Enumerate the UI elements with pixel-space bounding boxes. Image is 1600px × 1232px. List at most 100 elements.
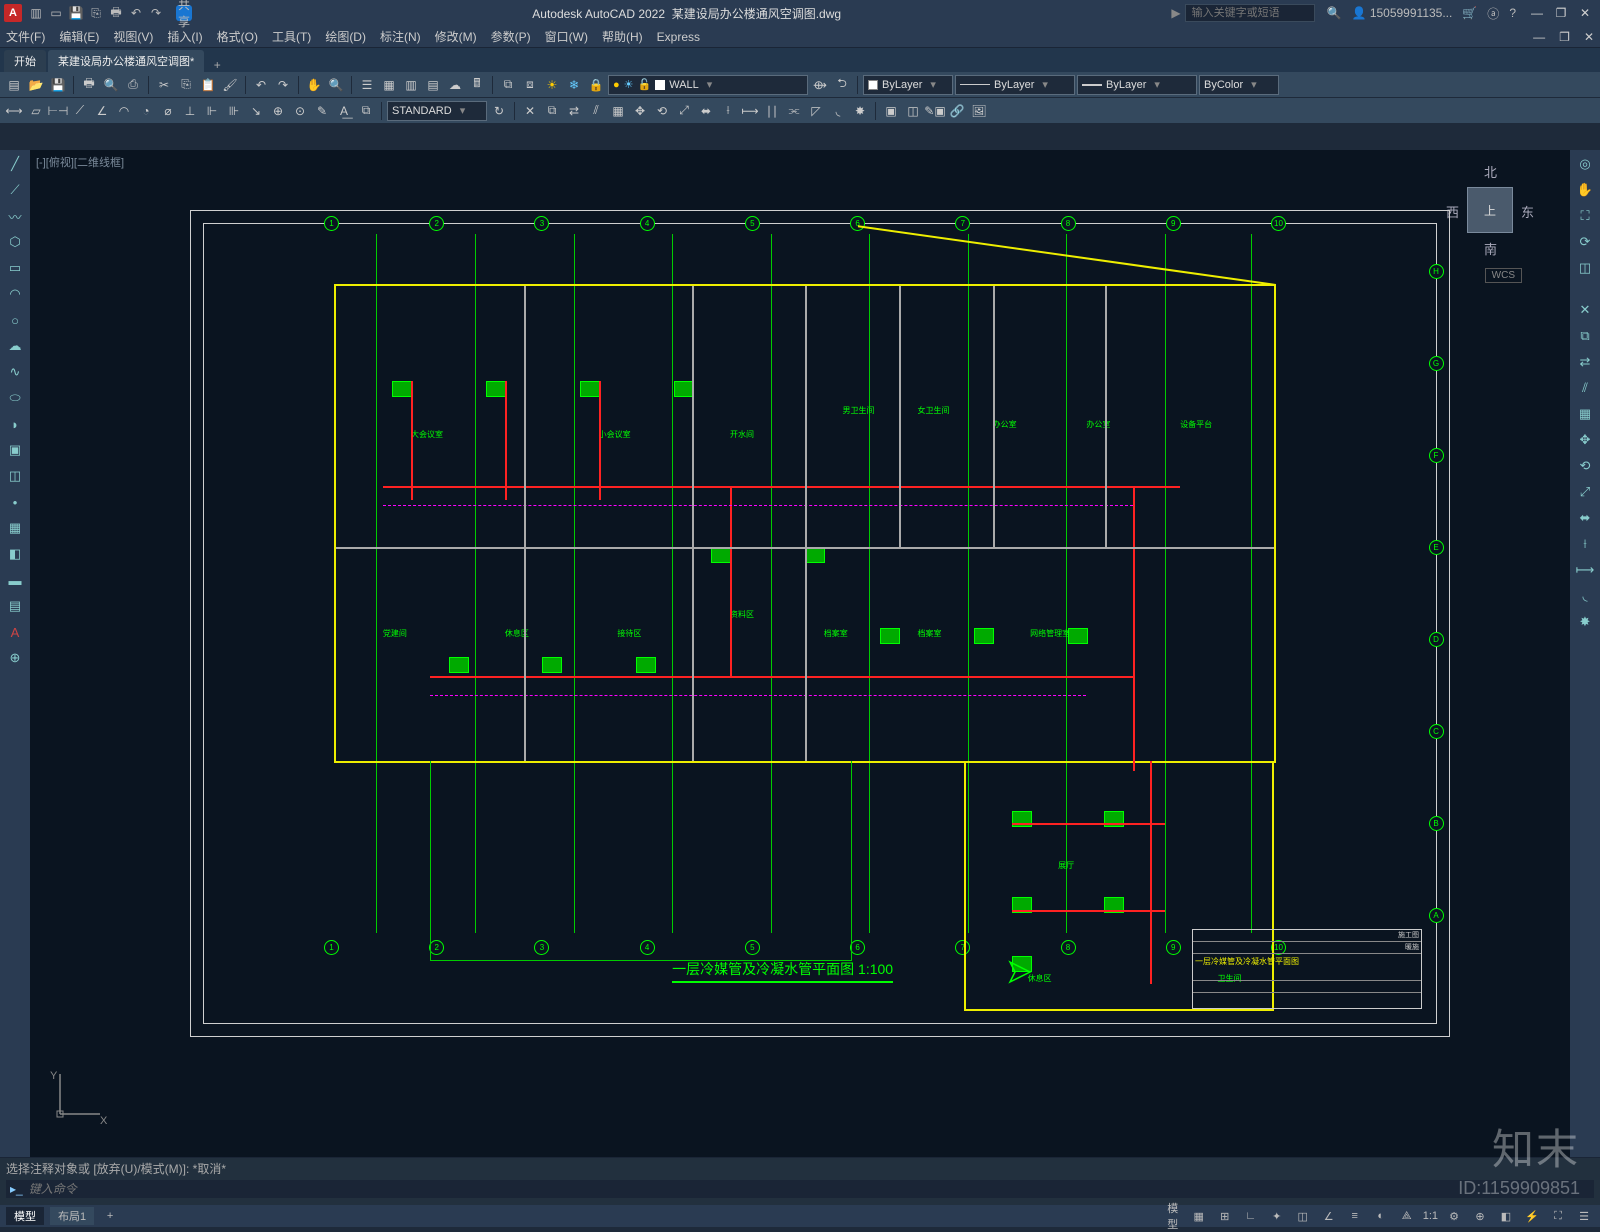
menu-express[interactable]: Express	[657, 30, 700, 44]
circle-icon[interactable]: ○	[5, 310, 25, 330]
command-input[interactable]	[29, 1182, 1590, 1196]
menu-modify[interactable]: 修改(M)	[435, 28, 477, 45]
add-layout-button[interactable]: +	[100, 1210, 120, 1222]
snap-toggle-icon[interactable]: ⊞	[1215, 1210, 1235, 1223]
clean-screen-icon[interactable]: ⛶	[1548, 1210, 1568, 1223]
layer-dropdown[interactable]: ● ☀ 🔓 WALL	[608, 75, 808, 95]
layer-freeze-icon[interactable]: ❄	[564, 75, 584, 95]
modelspace-tab[interactable]: 模型	[6, 1207, 44, 1225]
transparency-toggle-icon[interactable]: ◐	[1371, 1210, 1391, 1222]
mod-rotate-icon[interactable]: ⟲	[1575, 456, 1595, 476]
wcs-badge[interactable]: WCS	[1485, 268, 1522, 283]
nav-showhide-icon[interactable]: ◫	[1575, 258, 1595, 278]
revcloud-icon[interactable]: ☁	[5, 336, 25, 356]
viewcube-south[interactable]: 南	[1484, 239, 1497, 258]
anno-scale-display[interactable]: 1:1	[1423, 1210, 1438, 1222]
cut-icon[interactable]: ✂	[154, 75, 174, 95]
ellipse-icon[interactable]: ⬭	[5, 388, 25, 408]
help-search-input[interactable]	[1185, 4, 1315, 22]
view-cube[interactable]: 北 南 东 西 上	[1440, 160, 1540, 260]
table-icon[interactable]: ▤	[5, 596, 25, 616]
dimstyle-icon[interactable]: ⧉	[356, 101, 376, 121]
viewcube-north[interactable]: 北	[1484, 162, 1497, 181]
layer-states-icon[interactable]: ⧈	[520, 75, 540, 95]
tab-document[interactable]: 某建设局办公楼通风空调图*	[48, 50, 204, 72]
textstyle-dropdown[interactable]: STANDARD	[387, 101, 487, 121]
workspace-switch-icon[interactable]: ⚙	[1444, 1210, 1464, 1223]
dim-diameter-icon[interactable]: ⌀	[158, 101, 178, 121]
chamfer-icon[interactable]: ◸	[806, 101, 826, 121]
arc-icon[interactable]: ◠	[5, 284, 25, 304]
lwt-toggle-icon[interactable]: ≡	[1345, 1210, 1365, 1222]
menu-help[interactable]: 帮助(H)	[602, 28, 643, 45]
layer-match-icon[interactable]: ⟴	[810, 75, 830, 95]
add-tab-button[interactable]: +	[206, 58, 228, 72]
layout-tab[interactable]: 布局1	[50, 1207, 94, 1225]
mod-move-icon[interactable]: ✥	[1575, 430, 1595, 450]
hardware-accel-icon[interactable]: ⚡	[1522, 1210, 1542, 1223]
docwin-min-icon[interactable]: —	[1533, 30, 1545, 44]
annoscale-toggle-icon[interactable]: ⟁	[1397, 1210, 1417, 1223]
block-edit-icon[interactable]: ✎▣	[925, 101, 945, 121]
menu-insert[interactable]: 插入(I)	[167, 28, 202, 45]
erase-icon[interactable]: ✕	[520, 101, 540, 121]
new-icon[interactable]: ▤	[4, 75, 24, 95]
maximize-button[interactable]: ❐	[1550, 6, 1572, 20]
explode-icon[interactable]: ✸	[850, 101, 870, 121]
mod-copy-icon[interactable]: ⧉	[1575, 326, 1595, 346]
dim-baseline-icon[interactable]: ⊩	[202, 101, 222, 121]
tab-start[interactable]: 开始	[4, 50, 46, 72]
modelspace-toggle[interactable]: 模型	[1163, 1200, 1183, 1232]
nav-orbit-icon[interactable]: ⟳	[1575, 232, 1595, 252]
docwin-close-icon[interactable]: ✕	[1584, 30, 1594, 44]
copy2-icon[interactable]: ⧉	[542, 101, 562, 121]
fillet-icon[interactable]: ◟	[828, 101, 848, 121]
menu-format[interactable]: 格式(O)	[217, 28, 258, 45]
addselect-icon[interactable]: ⊕	[5, 648, 25, 668]
dim-angular-icon[interactable]: ∠	[92, 101, 112, 121]
customize-status-icon[interactable]: ☰	[1574, 1210, 1594, 1223]
pan-icon[interactable]: ✋	[304, 75, 324, 95]
minimize-button[interactable]: —	[1526, 6, 1548, 20]
nav-zoomext-icon[interactable]: ⛶	[1575, 206, 1595, 226]
mod-scale-icon[interactable]: ⤢	[1575, 482, 1595, 502]
grid-toggle-icon[interactable]: ▦	[1189, 1210, 1209, 1223]
break-icon[interactable]: ∣∣	[762, 101, 782, 121]
dim-leader-icon[interactable]: ↘	[246, 101, 266, 121]
viewcube-east[interactable]: 东	[1521, 202, 1534, 221]
dim-arc-icon[interactable]: ◠	[114, 101, 134, 121]
qat-new-icon[interactable]: ▥	[28, 5, 44, 21]
color-dropdown[interactable]: ByLayer	[863, 75, 953, 95]
preview-icon[interactable]: 🔍	[101, 75, 121, 95]
layer-lock-icon[interactable]: 🔒	[586, 75, 606, 95]
save-icon[interactable]: 💾	[48, 75, 68, 95]
user-account[interactable]: 👤 15059991135...	[1352, 6, 1453, 20]
dim-linear-icon[interactable]: ⊢⊣	[48, 101, 68, 121]
dim-radius-icon[interactable]: ◔	[136, 101, 156, 121]
a360-icon[interactable]: ⓐ	[1487, 5, 1499, 22]
menu-file[interactable]: 文件(F)	[6, 28, 45, 45]
line-icon[interactable]: ╱	[5, 154, 25, 174]
move-icon[interactable]: ✥	[630, 101, 650, 121]
layer-iso-icon[interactable]: ☀	[542, 75, 562, 95]
layer-prev-icon[interactable]: ⮌	[832, 75, 852, 95]
viewcube-top-face[interactable]: 上	[1467, 187, 1513, 233]
osnap-toggle-icon[interactable]: ◫	[1293, 1210, 1313, 1223]
publish-icon[interactable]: ⎙	[123, 75, 143, 95]
menu-window[interactable]: 窗口(W)	[545, 28, 588, 45]
help-icon[interactable]: ?	[1509, 6, 1516, 20]
trim-icon[interactable]: ⟊	[718, 101, 738, 121]
dimupdate-icon[interactable]: ↻	[489, 101, 509, 121]
join-icon[interactable]: ⫘	[784, 101, 804, 121]
mirror-icon[interactable]: ⇄	[564, 101, 584, 121]
close-button[interactable]: ✕	[1574, 6, 1596, 20]
scale-icon[interactable]: ⤢	[674, 101, 694, 121]
dim-continue-icon[interactable]: ⊪	[224, 101, 244, 121]
offset-icon[interactable]: ⫽	[586, 101, 606, 121]
gradient-icon[interactable]: ◧	[5, 544, 25, 564]
rectangle-icon[interactable]: ▭	[5, 258, 25, 278]
copy-icon[interactable]: ⎘	[176, 75, 196, 95]
tool-palettes-icon[interactable]: ▥	[401, 75, 421, 95]
xref-icon[interactable]: 🔗	[947, 101, 967, 121]
menu-draw[interactable]: 绘图(D)	[325, 28, 366, 45]
